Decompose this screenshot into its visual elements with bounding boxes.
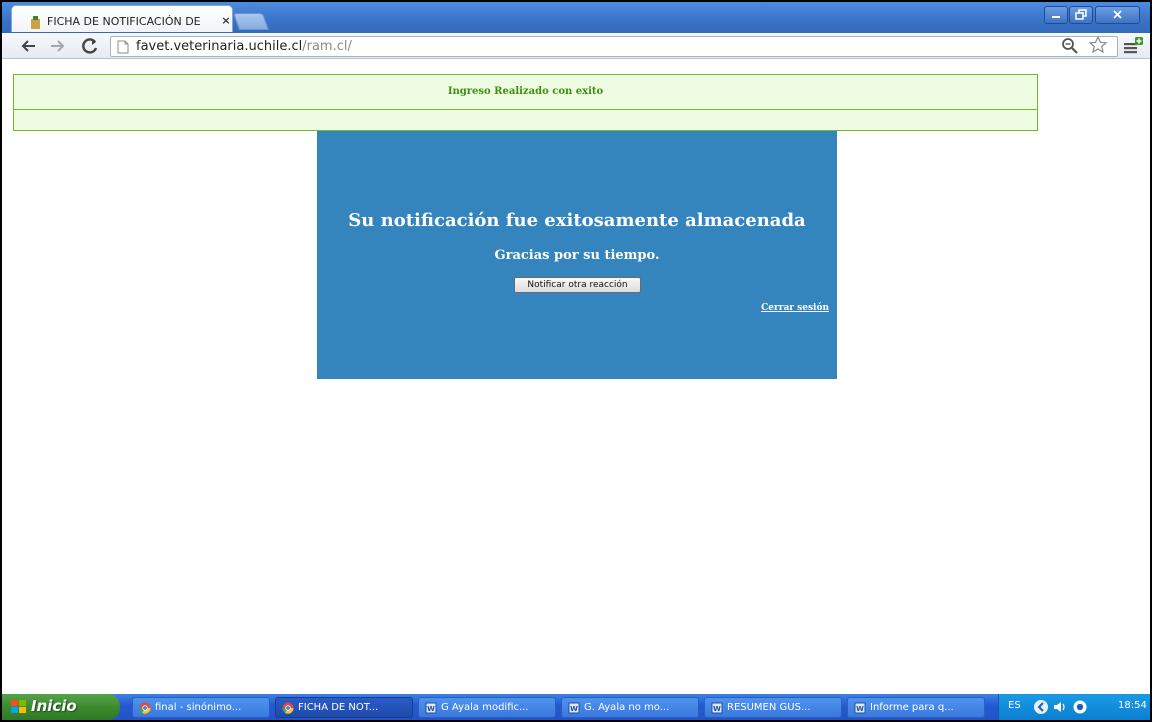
taskbar-item-word-informe[interactable]: W Informe para q... <box>847 697 985 718</box>
panel-subtitle: Gracias por su tiempo. <box>494 248 660 263</box>
taskbar-item-word-ayala-modific[interactable]: W G Ayala modific... <box>418 697 556 718</box>
page-viewport: Ingreso Realizado con exito Su notificac… <box>2 60 1150 690</box>
page-icon <box>117 40 129 54</box>
page-favicon-icon <box>31 16 40 29</box>
success-banner: Ingreso Realizado con exito <box>13 74 1038 110</box>
window-minimize-button[interactable] <box>1044 6 1068 24</box>
new-tab-button[interactable] <box>232 13 270 30</box>
svg-text:W: W <box>713 705 721 713</box>
success-banner-footer <box>13 109 1038 131</box>
word-icon: W <box>854 702 866 714</box>
reload-button[interactable] <box>79 36 101 56</box>
window-close-button[interactable] <box>1095 6 1140 24</box>
close-icon <box>1113 10 1122 19</box>
forward-button[interactable] <box>46 36 68 56</box>
taskbar-item-label: FICHA DE NOT... <box>298 702 379 713</box>
window-restore-button[interactable] <box>1069 6 1093 24</box>
svg-text:W: W <box>427 705 435 713</box>
forward-arrow-icon <box>51 40 65 52</box>
word-icon: W <box>425 702 437 714</box>
url-host: favet.veterinaria.uchile.cl <box>136 39 303 54</box>
start-button[interactable]: Inicio <box>2 694 120 720</box>
windows-logo-icon <box>11 700 26 713</box>
clock: 18:54 <box>1118 700 1147 711</box>
notify-another-button[interactable]: Notificar otra reacción <box>514 277 641 293</box>
language-indicator[interactable]: ES <box>1008 700 1021 711</box>
reload-icon <box>82 38 98 54</box>
svg-text:W: W <box>856 705 864 713</box>
taskbar-item-word-resumen[interactable]: W RESUMEN GUS... <box>704 697 842 718</box>
taskbar-item-label: Informe para q... <box>870 702 954 713</box>
confirmation-panel: Su notificación fue exitosamente almacen… <box>317 131 837 379</box>
tab-close-icon[interactable]: × <box>219 14 233 28</box>
url-path: /ram.cl/ <box>302 39 352 54</box>
back-arrow-icon <box>21 40 35 52</box>
taskbar-item-label: G Ayala modific... <box>441 702 529 713</box>
word-icon: W <box>711 702 723 714</box>
chrome-icon <box>139 702 151 714</box>
svg-text:W: W <box>570 705 578 713</box>
tray-expand-icon[interactable] <box>1033 699 1049 715</box>
chrome-menu-icon[interactable] <box>1122 36 1144 56</box>
minimize-icon <box>1052 16 1060 18</box>
taskbar-item-word-ayala-no-mo[interactable]: W G. Ayala no mo... <box>561 697 699 718</box>
chrome-icon <box>282 702 294 714</box>
panel-title: Su notificación fue exitosamente almacen… <box>348 210 806 231</box>
address-bar[interactable]: favet.veterinaria.uchile.cl/ram.cl/ <box>110 36 1118 57</box>
taskbar-item-label: RESUMEN GUS... <box>727 702 811 713</box>
restore-icon <box>1075 9 1087 20</box>
back-button[interactable] <box>18 36 40 56</box>
browser-toolbar: favet.veterinaria.uchile.cl/ram.cl/ <box>2 33 1150 59</box>
zoom-icon[interactable] <box>1061 37 1079 55</box>
start-label: Inicio <box>31 697 77 715</box>
windows-taskbar: Inicio final - sinónimo... FICHA DE NOT.… <box>2 694 1150 720</box>
taskbar-item-chrome-final[interactable]: final - sinónimo... <box>132 697 270 718</box>
system-tray: ES 18:54 <box>998 694 1150 720</box>
taskbar-item-label: G. Ayala no mo... <box>584 702 670 713</box>
speaker-icon[interactable] <box>1052 699 1068 715</box>
word-icon: W <box>568 702 580 714</box>
taskbar-item-chrome-ficha[interactable]: FICHA DE NOT... <box>275 697 413 718</box>
bookmark-star-icon[interactable] <box>1088 35 1108 55</box>
url-text: favet.veterinaria.uchile.cl/ram.cl/ <box>136 39 352 55</box>
success-message: Ingreso Realizado con exito <box>447 86 604 97</box>
tab-ficha-notificacion[interactable]: FICHA DE NOTIFICACIÓN DE × <box>11 5 233 32</box>
taskbar-item-label: final - sinónimo... <box>155 702 242 713</box>
tab-title: FICHA DE NOTIFICACIÓN DE <box>47 15 201 28</box>
browser-titlebar: FICHA DE NOTIFICACIÓN DE × <box>2 2 1150 33</box>
network-icon[interactable] <box>1072 699 1088 715</box>
logout-link[interactable]: Cerrar sesión <box>761 303 829 313</box>
